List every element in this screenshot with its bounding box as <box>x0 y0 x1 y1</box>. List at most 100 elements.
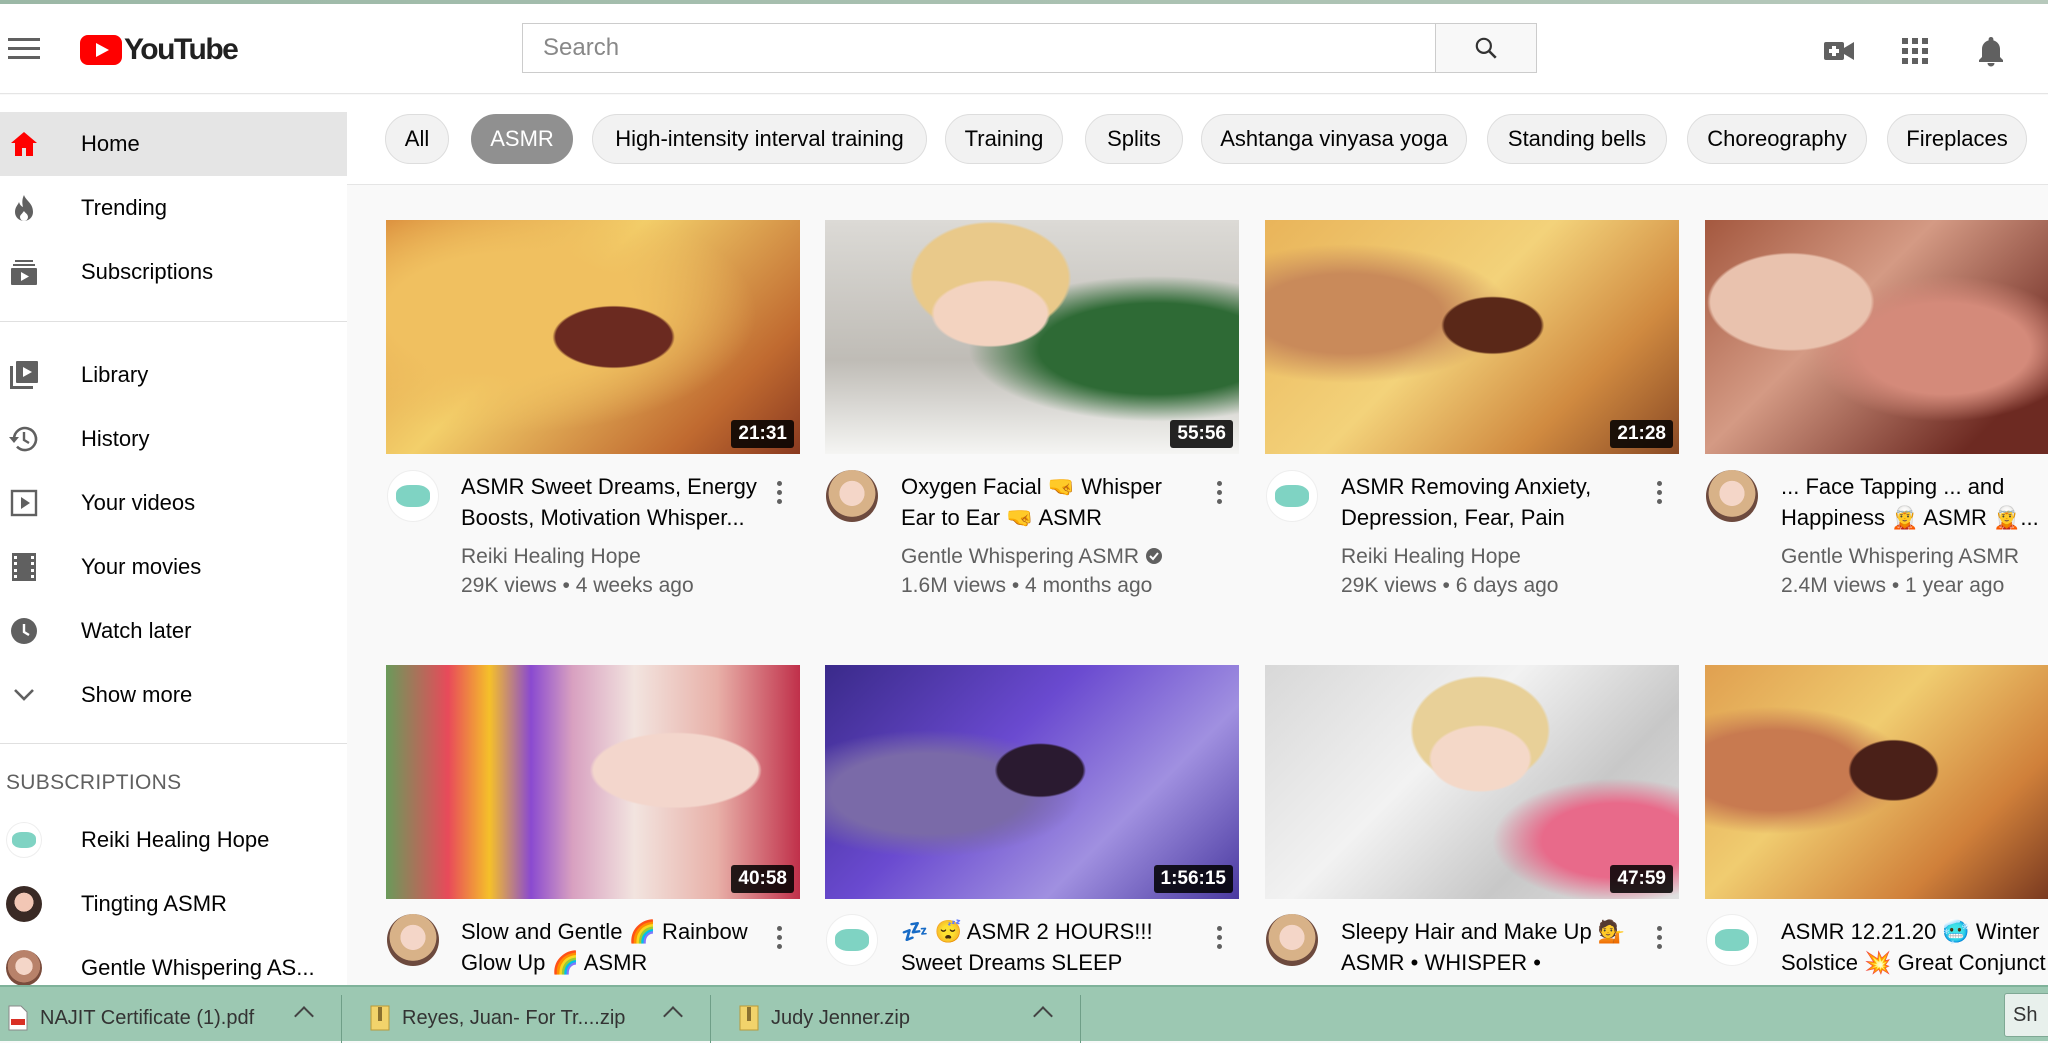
sidebar-item-home[interactable]: Home <box>0 112 347 176</box>
channel-avatar[interactable] <box>387 914 439 966</box>
more-options-icon[interactable] <box>1649 474 1669 510</box>
sidebar-item-label: Trending <box>81 195 168 220</box>
channel-name[interactable]: Gentle Whispering ASMR <box>1781 545 2019 569</box>
channel-name[interactable]: Reiki Healing Hope <box>1341 545 1521 569</box>
chip-ashtanga-vinyasa-yoga[interactable]: Ashtanga vinyasa yoga <box>1201 114 1467 164</box>
subscriptions-icon <box>6 254 42 290</box>
chip-all[interactable]: All <box>385 114 449 164</box>
clock-icon <box>6 613 42 649</box>
video-title[interactable]: ASMR Removing Anxiety, Depression, Fear,… <box>1341 471 1641 533</box>
sidebar-item-show-more[interactable]: Show more <box>0 663 347 727</box>
video-title[interactable]: ... Face Tapping ... and Happiness 🧝 ASM… <box>1781 471 2041 533</box>
channel-avatar[interactable] <box>1706 914 1758 966</box>
channel-avatar[interactable] <box>1266 470 1318 522</box>
chip-fireplaces[interactable]: Fireplaces <box>1887 114 2027 164</box>
video-thumbnail[interactable]: 55:56 <box>825 220 1239 454</box>
sidebar-item-label: Show more <box>81 682 193 707</box>
zip-file-icon <box>739 1005 759 1031</box>
film-icon <box>6 549 42 585</box>
video-thumbnail[interactable]: 21:31 <box>386 220 800 454</box>
sidebar-item-trending[interactable]: Trending <box>0 176 347 240</box>
sidebar-subscription-reiki-healing-hope[interactable]: Reiki Healing Hope <box>0 808 347 872</box>
video-title[interactable]: Sleepy Hair and Make Up 💁 ASMR • WHISPER… <box>1341 916 1641 978</box>
download-item[interactable]: NAJIT Certificate (1).pdf <box>8 993 254 1043</box>
chip-training[interactable]: Training <box>945 114 1063 164</box>
pdf-file-icon <box>8 1005 28 1031</box>
channel-name-text: Gentle Whispering ASMR <box>901 545 1140 568</box>
show-all-downloads-button[interactable]: Sh <box>2004 993 2048 1037</box>
channel-avatar[interactable] <box>1706 470 1758 522</box>
more-options-icon[interactable] <box>769 919 789 955</box>
video-title[interactable]: 💤 😴 ASMR 2 HOURS!!! Sweet Dreams SLEEP H… <box>901 916 1201 978</box>
sidebar-item-your-videos[interactable]: Your videos <box>0 471 347 535</box>
video-title[interactable]: ASMR 12.21.20 🥶 Winter Solstice 💥 Great … <box>1781 916 2048 978</box>
channel-avatar[interactable] <box>1266 914 1318 966</box>
sidebar-item-label: Your videos <box>81 490 196 515</box>
download-menu-chevron-icon[interactable] <box>1033 1006 1053 1026</box>
chip-asmr[interactable]: ASMR <box>471 114 573 164</box>
history-icon <box>6 421 42 457</box>
search-input[interactable] <box>522 23 1436 73</box>
chevron-down-icon <box>6 677 42 713</box>
sidebar-item-subscriptions[interactable]: Subscriptions <box>0 240 347 304</box>
download-item[interactable]: Reyes, Juan- For Tr....zip <box>370 993 625 1043</box>
sidebar-divider <box>0 743 347 744</box>
channel-avatar[interactable] <box>826 914 878 966</box>
video-title[interactable]: Slow and Gentle 🌈 Rainbow Glow Up 🌈 ASMR <box>461 916 761 978</box>
sidebar-item-label: Watch later <box>81 618 192 643</box>
apps-grid-icon[interactable] <box>1898 34 1932 68</box>
sidebar-item-your-movies[interactable]: Your movies <box>0 535 347 599</box>
video-title[interactable]: Oxygen Facial 🤜 Whisper Ear to Ear 🤜 ASM… <box>901 471 1201 533</box>
video-thumbnail[interactable]: 1:56:15 <box>825 665 1239 899</box>
notifications-bell-icon[interactable] <box>1974 34 2008 68</box>
chip-hiit[interactable]: High-intensity interval training <box>592 114 927 164</box>
flame-icon <box>6 190 42 226</box>
video-thumbnail[interactable]: 47:59 <box>1265 665 1679 899</box>
download-item[interactable]: Judy Jenner.zip <box>739 993 910 1043</box>
video-meta: 1.6M views • 4 months ago <box>901 574 1153 597</box>
channel-name[interactable]: Reiki Healing Hope <box>461 545 641 569</box>
download-filename: Judy Jenner.zip <box>771 1006 910 1029</box>
video-duration: 55:56 <box>1170 420 1233 448</box>
chip-splits[interactable]: Splits <box>1085 114 1183 164</box>
sidebar-divider <box>0 321 347 322</box>
video-meta: 2.4M views • 1 year ago <box>1781 574 2005 597</box>
video-thumbnail[interactable] <box>1705 665 2048 899</box>
sidebar-subscription-tingting-asmr[interactable]: Tingting ASMR <box>0 872 347 936</box>
channel-avatar <box>6 886 42 922</box>
video-meta: 29K views • 4 weeks ago <box>461 574 694 597</box>
search-icon <box>1475 37 1497 59</box>
more-options-icon[interactable] <box>769 474 789 510</box>
zip-file-icon <box>370 1005 390 1031</box>
video-meta: 29K views • 6 days ago <box>1341 574 1559 597</box>
create-video-icon[interactable] <box>1822 34 1856 68</box>
channel-avatar <box>6 950 42 986</box>
chip-choreography[interactable]: Choreography <box>1687 114 1867 164</box>
more-options-icon[interactable] <box>1649 919 1669 955</box>
search-button[interactable] <box>1435 23 1537 73</box>
downloads-bar: NAJIT Certificate (1).pdf Reyes, Juan- F… <box>0 985 2048 1043</box>
sidebar-item-label: History <box>81 426 150 451</box>
video-title[interactable]: ASMR Sweet Dreams, Energy Boosts, Motiva… <box>461 471 761 533</box>
more-options-icon[interactable] <box>1209 919 1229 955</box>
download-menu-chevron-icon[interactable] <box>663 1006 683 1026</box>
youtube-logo[interactable]: YouTube <box>80 32 239 68</box>
video-thumbnail[interactable]: 40:58 <box>386 665 800 899</box>
channel-name[interactable]: Gentle Whispering ASMR <box>901 545 1163 569</box>
video-thumbnail[interactable] <box>1705 220 2048 454</box>
sidebar-item-history[interactable]: History <box>0 407 347 471</box>
video-duration: 21:31 <box>731 420 794 448</box>
channel-avatar <box>6 822 42 858</box>
channel-avatar[interactable] <box>387 470 439 522</box>
download-filename: Reyes, Juan- For Tr....zip <box>402 1006 626 1029</box>
video-thumbnail[interactable]: 21:28 <box>1265 220 1679 454</box>
chip-standing-bells[interactable]: Standing bells <box>1487 114 1667 164</box>
logo-text: YouTube <box>124 33 239 66</box>
sidebar-item-library[interactable]: Library <box>0 343 347 407</box>
menu-icon[interactable] <box>8 38 40 62</box>
channel-avatar[interactable] <box>826 470 878 522</box>
more-options-icon[interactable] <box>1209 474 1229 510</box>
download-menu-chevron-icon[interactable] <box>294 1006 314 1026</box>
sidebar-item-watch-later[interactable]: Watch later <box>0 599 347 663</box>
sidebar: Home Trending Subscriptions Library Hist… <box>0 95 347 986</box>
